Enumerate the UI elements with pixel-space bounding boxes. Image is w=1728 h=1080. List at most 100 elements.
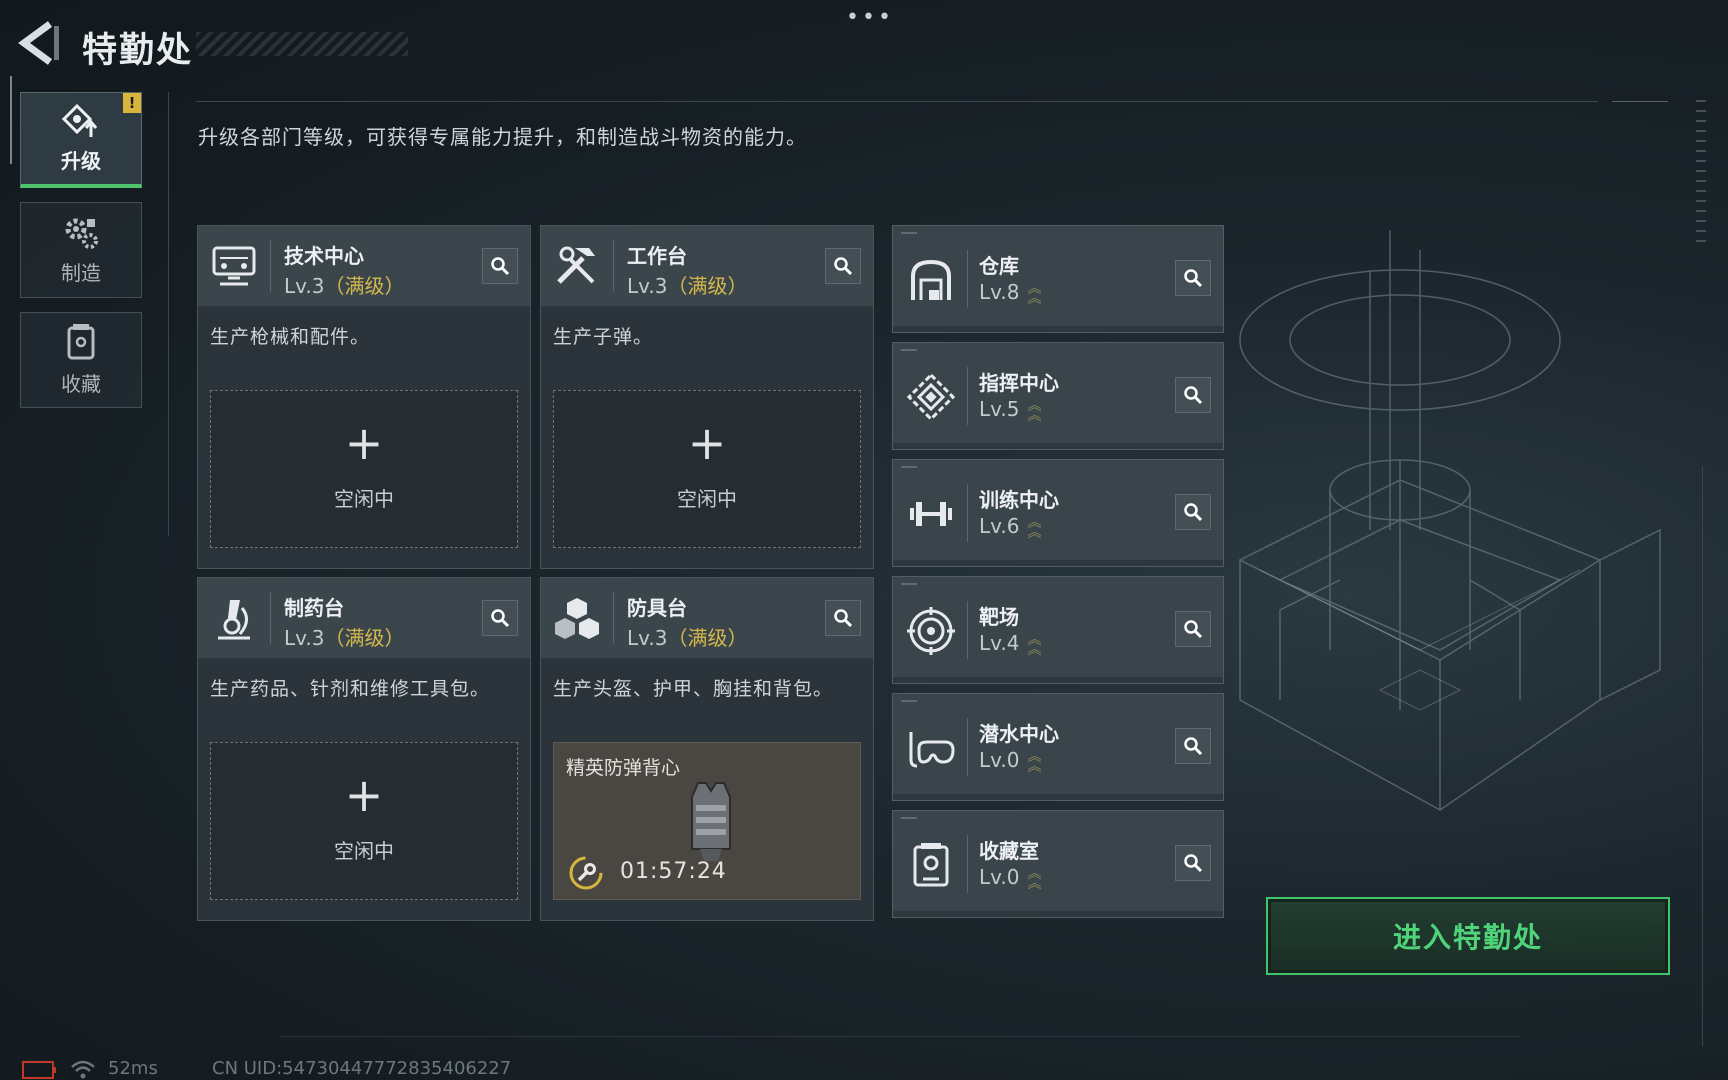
- network-ping: 52ms: [108, 1058, 158, 1079]
- magnifier-icon: [1184, 620, 1203, 639]
- computer-icon: [212, 246, 256, 286]
- magnifier-icon: [1184, 854, 1203, 873]
- magnifier-icon: [491, 609, 510, 628]
- facility-training-center[interactable]: 训练中心 Lv.6 ︽ ︽: [892, 459, 1224, 567]
- production-slot-idle[interactable]: + 空闲中: [553, 390, 861, 548]
- workshop-card-pharmacy[interactable]: 制药台 Lv.3（满级） 生产药品、针剂和维修工具包。 + 空闲中: [197, 577, 531, 921]
- sidebar-item-label: 制造: [61, 260, 101, 285]
- facility-collection-room[interactable]: 收藏室 Lv.0 ︽ ︽: [892, 810, 1224, 918]
- search-button[interactable]: [825, 600, 861, 636]
- facility-name: 训练中心: [979, 488, 1059, 512]
- magnifier-icon: [834, 257, 853, 276]
- sidebar-item-craft[interactable]: 制造: [20, 202, 142, 298]
- search-button[interactable]: [1175, 728, 1211, 764]
- facility-level: Lv.4 ︽ ︽: [979, 631, 1042, 658]
- facility-warehouse[interactable]: 仓库 Lv.8 ︽ ︽: [892, 225, 1224, 333]
- page-description: 升级各部门等级，可获得专属能力提升，和制造战斗物资的能力。: [198, 125, 807, 149]
- search-button[interactable]: [1175, 611, 1211, 647]
- card-divider: [613, 592, 614, 644]
- card-header: 技术中心 Lv.3（满级）: [198, 226, 530, 306]
- diving-mask-icon: [909, 732, 955, 768]
- facility-diving-center[interactable]: 潜水中心 Lv.0 ︽ ︽: [892, 693, 1224, 801]
- collection-room-icon: [913, 843, 949, 887]
- sidebar-item-collection[interactable]: 收藏: [20, 312, 142, 408]
- level-value: Lv.3: [284, 626, 325, 650]
- workshop-description: 生产头盔、护甲、胸挂和背包。: [553, 678, 834, 700]
- max-level-tag: （满级）: [667, 626, 748, 650]
- facility-shooting-range[interactable]: 靶场 Lv.4 ︽ ︽: [892, 576, 1224, 684]
- upgrade-chevron-icon: ︽ ︽: [1027, 280, 1042, 307]
- facility-command-center[interactable]: 指挥中心 Lv.5 ︽ ︽: [892, 342, 1224, 450]
- workshop-level: Lv.3（满级）: [627, 622, 748, 651]
- card-header: 制药台 Lv.3（满级）: [198, 578, 530, 658]
- facility-divider: [967, 718, 968, 776]
- level-value: Lv.8: [979, 280, 1020, 304]
- search-button[interactable]: [1175, 494, 1211, 530]
- workshop-description: 生产药品、针剂和维修工具包。: [210, 678, 491, 700]
- workshop-card-armor[interactable]: 防具台 Lv.3（满级） 生产头盔、护甲、胸挂和背包。 精英防弹背心 01:57…: [540, 577, 874, 921]
- search-button[interactable]: [1175, 260, 1211, 296]
- gears-icon: [65, 218, 98, 249]
- header-divider: [196, 101, 1598, 102]
- armor-vest-icon: [691, 782, 731, 861]
- slot-status: 空闲中: [334, 839, 394, 863]
- production-slot-idle[interactable]: + 空闲中: [210, 742, 518, 900]
- facility-name: 指挥中心: [979, 371, 1059, 395]
- workshop-name: 制药台: [284, 596, 344, 620]
- workshop-level: Lv.3（满级）: [284, 270, 405, 299]
- level-value: Lv.3: [284, 274, 325, 298]
- right-divider: [1702, 466, 1703, 1046]
- workshop-level: Lv.3（满级）: [284, 622, 405, 651]
- card-divider: [613, 240, 614, 292]
- facility-name: 潜水中心: [979, 722, 1059, 746]
- cubes-icon: [555, 598, 599, 639]
- scale-decoration: [1696, 100, 1706, 250]
- workshop-description: 生产枪械和配件。: [210, 326, 371, 348]
- back-arrow-icon[interactable]: [18, 20, 60, 66]
- microscope-icon: [218, 600, 250, 640]
- facility-building-illustration: [1238, 230, 1661, 812]
- facility-divider: [967, 601, 968, 659]
- magnifier-icon: [834, 609, 853, 628]
- search-button[interactable]: [482, 600, 518, 636]
- sidebar-item-upgrade[interactable]: ! 升级: [20, 92, 142, 188]
- search-button[interactable]: [1175, 377, 1211, 413]
- card-header: 工作台 Lv.3（满级）: [541, 226, 873, 306]
- facility-name: 仓库: [979, 254, 1019, 278]
- slot-status: 空闲中: [677, 487, 737, 511]
- max-level-tag: （满级）: [324, 626, 405, 650]
- facility-name: 靶场: [979, 605, 1019, 629]
- facility-divider: [967, 367, 968, 425]
- upgrade-chevron-icon: ︽ ︽: [1027, 514, 1042, 541]
- sidebar-item-label: 升级: [61, 149, 101, 173]
- facility-level: Lv.0 ︽ ︽: [979, 748, 1042, 774]
- search-button[interactable]: [825, 248, 861, 284]
- collection-icon: [67, 323, 95, 359]
- facility-divider: [967, 835, 968, 893]
- card-header: 防具台 Lv.3（满级）: [541, 578, 873, 658]
- facility-name: 收藏室: [979, 839, 1039, 863]
- production-slot-idle[interactable]: + 空闲中: [210, 390, 518, 548]
- command-center-icon: [907, 373, 955, 421]
- warehouse-icon: [911, 259, 951, 300]
- level-value: Lv.0: [979, 865, 1020, 889]
- production-slot-crafting[interactable]: 精英防弹背心 01:57:24: [553, 742, 861, 900]
- level-value: Lv.0: [979, 748, 1020, 772]
- level-value: Lv.6: [979, 514, 1020, 538]
- level-value: Lv.3: [627, 626, 668, 650]
- page-title: 特勤处: [82, 31, 194, 71]
- magnifier-icon: [1184, 503, 1203, 522]
- upgrade-chevron-icon: ︽ ︽: [1027, 631, 1042, 658]
- level-value: Lv.4: [979, 631, 1020, 655]
- enter-headquarters-button[interactable]: 进入特勤处: [1266, 897, 1670, 975]
- search-button[interactable]: [482, 248, 518, 284]
- upgrade-chevron-icon: ︽ ︽: [1027, 865, 1042, 892]
- search-button[interactable]: [1175, 845, 1211, 881]
- dumbbell-icon: [910, 502, 952, 526]
- max-level-tag: （满级）: [324, 274, 405, 298]
- workshop-card-tech-center[interactable]: 技术中心 Lv.3（满级） 生产枪械和配件。 + 空闲中: [197, 225, 531, 569]
- facility-level: Lv.8 ︽ ︽: [979, 280, 1042, 307]
- workshop-card-workbench[interactable]: 工作台 Lv.3（满级） 生产子弹。 + 空闲中: [540, 225, 874, 569]
- title-decoration: [196, 32, 408, 56]
- more-options-icon[interactable]: •••: [846, 7, 894, 29]
